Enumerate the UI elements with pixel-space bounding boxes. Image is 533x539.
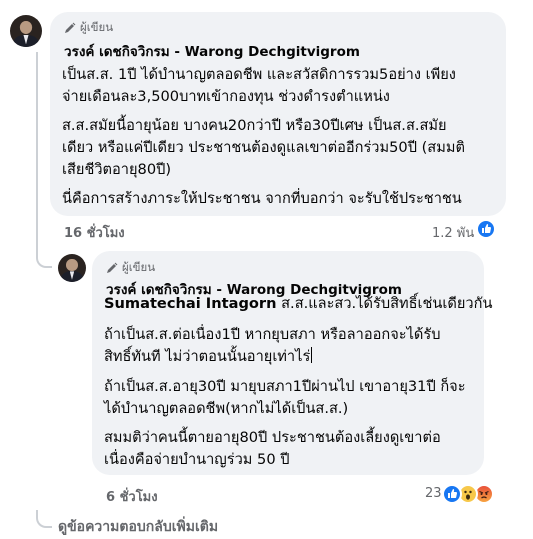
reply-timestamp[interactable]: 6 ชั่วโมง <box>106 486 158 507</box>
comment-bubble: ผู้เขียน วรงค์ เดชกิจวิกรม - Warong Dech… <box>50 12 506 216</box>
avatar-face <box>19 20 33 35</box>
view-more-replies-link[interactable]: ดูข้อความตอบกลับเพิ่มเติม <box>58 516 218 538</box>
comment-paragraph: ส.ส.สมัยนี้อายุน้อย บางคน20กว่าปี หรือ30… <box>62 115 465 181</box>
reaction-count[interactable]: 1.2 พัน <box>432 222 474 243</box>
reaction-count[interactable]: 23 <box>425 486 442 501</box>
avatar[interactable] <box>10 15 42 47</box>
comment-paragraph: เป็นส.ส. 1ปี ได้บำนาญตลอดชีพ และสวัสดิกา… <box>62 64 456 108</box>
reply-line: ถ้าเป็นส.ส.ต่อเนื่อง1ปี หากยุบสภา หรือลา… <box>104 326 441 343</box>
mention-link[interactable]: Sumatechai Intagorn <box>104 295 277 312</box>
comment-line: เป็นส.ส. 1ปี ได้บำนาญตลอดชีพ และสวัสดิกา… <box>62 66 456 83</box>
reply-text: ส.ส.และสว.ได้รับสิทธิ์เช่นเดียวกัน <box>276 295 493 312</box>
thumbs-up-glyph <box>448 489 458 498</box>
reply-paragraph: ถ้าเป็นส.ส.อายุ30ปี มายุบสภา1ปีผ่านไป เข… <box>104 376 466 420</box>
reply-line: ได้บำนาญตลอดชีพ(หากไม่ได้เป็นส.ส.) <box>104 400 349 417</box>
comment-line: ส.ส.สมัยนี้อายุน้อย บางคน20กว่าปี หรือ30… <box>62 117 447 134</box>
comment-line: จ่ายเดือนละ3,500บาทเข้ากองทุน ช่วงดำรงตำ… <box>62 88 390 105</box>
reply-paragraph: สมมติว่าคนนี้ตายอายุ80ปี ประชาชนต้องเลี้… <box>104 427 441 471</box>
reply-line: สิทธิ์ทันที ไม่ว่าตอนนั้นอายุเท่าไร่ <box>104 346 441 368</box>
thumbs-up-glyph <box>482 224 492 233</box>
reply-line: สมมติว่าคนนี้ตายอายุ80ปี ประชาชนต้องเลี้… <box>104 429 441 446</box>
thread-connector-reply <box>36 238 52 268</box>
wow-face-glyph <box>464 490 472 500</box>
comment-line: นี่คือการสร้างภาระให้ประชาชน จากที่บอกว่… <box>62 190 462 207</box>
avatar[interactable] <box>58 254 86 282</box>
comment-paragraph: นี่คือการสร้างภาระให้ประชาชน จากที่บอกว่… <box>62 188 462 210</box>
like-icon[interactable] <box>476 219 496 239</box>
reply-line: เนื่องคือจ่ายบำนาญร่วม 50 ปี <box>104 451 290 468</box>
comment-line: เสียชีวิตอายุ80ปี) <box>62 161 172 178</box>
like-icon[interactable] <box>442 484 462 504</box>
author-badge: ผู้เขียน <box>106 259 155 277</box>
author-badge-label: ผู้เขียน <box>80 20 114 34</box>
author-badge-label: ผู้เขียน <box>122 260 156 274</box>
author-badge: ผู้เขียน <box>64 19 113 37</box>
reply-line: ถ้าเป็นส.ส.อายุ30ปี มายุบสภา1ปีผ่านไป เข… <box>104 378 466 395</box>
reply-paragraph: ถ้าเป็นส.ส.ต่อเนื่อง1ปี หากยุบสภา หรือลา… <box>104 324 441 368</box>
thread-connector-more <box>36 510 52 528</box>
comment-timestamp[interactable]: 16 ชั่วโมง <box>64 222 125 243</box>
comment-author-name[interactable]: วรงค์ เดชกิจวิกรม - Warong Dechgitvigrom <box>64 40 360 62</box>
comment-line: เดียว หรือแค่ปีเดียว ประชาชนต้องดูแลเขาต… <box>62 139 465 156</box>
pencil-icon <box>65 22 76 33</box>
avatar-face <box>66 259 78 271</box>
pencil-icon <box>107 262 118 273</box>
reply-first-line: Sumatechai Intagorn ส.ส.และสว.ได้รับสิทธ… <box>104 293 492 315</box>
reply-line-text: สิทธิ์ทันที ไม่ว่าตอนนั้นอายุเท่าไร่ <box>104 348 311 365</box>
text-cursor <box>311 347 313 363</box>
angry-face-glyph <box>479 490 489 499</box>
thread-vertical-line <box>36 52 38 238</box>
reply-bubble: ผู้เขียน วรงค์ เดชกิจวิกรม - Warong Dech… <box>92 251 492 475</box>
